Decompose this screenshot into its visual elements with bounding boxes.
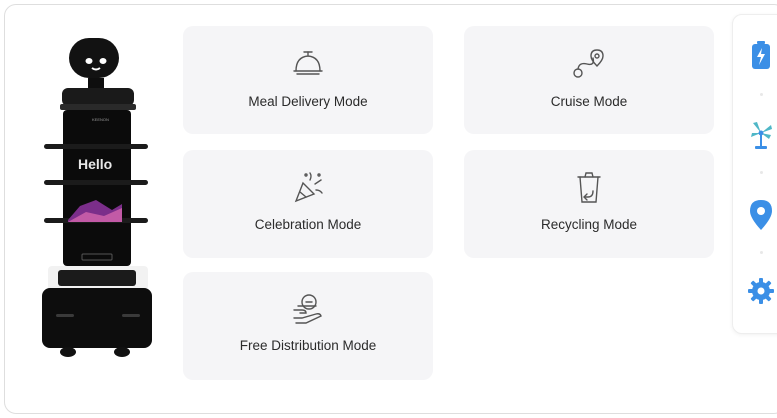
- food-cloche-icon: [288, 44, 328, 84]
- mode-card-cruise[interactable]: Cruise Mode: [464, 26, 714, 134]
- mode-card-recycling[interactable]: Recycling Mode: [464, 150, 714, 258]
- location-pin-icon[interactable]: [743, 197, 777, 233]
- right-sidebar: [732, 14, 777, 334]
- robot-image: [42, 38, 152, 357]
- mode-card-celebration[interactable]: Celebration Mode: [183, 150, 433, 258]
- separator-dot: [760, 171, 763, 174]
- mode-label: Meal Delivery Mode: [248, 94, 368, 109]
- recycle-bin-icon: [569, 168, 609, 208]
- mode-label: Cruise Mode: [550, 94, 628, 109]
- mode-card-meal-delivery[interactable]: Meal Delivery Mode: [183, 26, 433, 134]
- settings-gear-icon[interactable]: [743, 273, 777, 309]
- mode-card-free-distribution[interactable]: Free Distribution Mode: [183, 272, 433, 380]
- robot-brand-text: KEENON: [92, 117, 109, 122]
- mode-label: Celebration Mode: [254, 217, 362, 232]
- party-popper-icon: [288, 168, 328, 208]
- mode-label: Free Distribution Mode: [239, 338, 377, 353]
- route-pin-icon: [569, 44, 609, 84]
- battery-charging-icon[interactable]: [743, 37, 777, 73]
- separator-dot: [760, 251, 763, 254]
- robot-screen-text: Hello: [78, 156, 113, 172]
- fan-icon[interactable]: [743, 117, 777, 153]
- mode-label: Recycling Mode: [540, 217, 638, 232]
- hand-coin-icon: [288, 290, 328, 330]
- separator-dot: [760, 93, 763, 96]
